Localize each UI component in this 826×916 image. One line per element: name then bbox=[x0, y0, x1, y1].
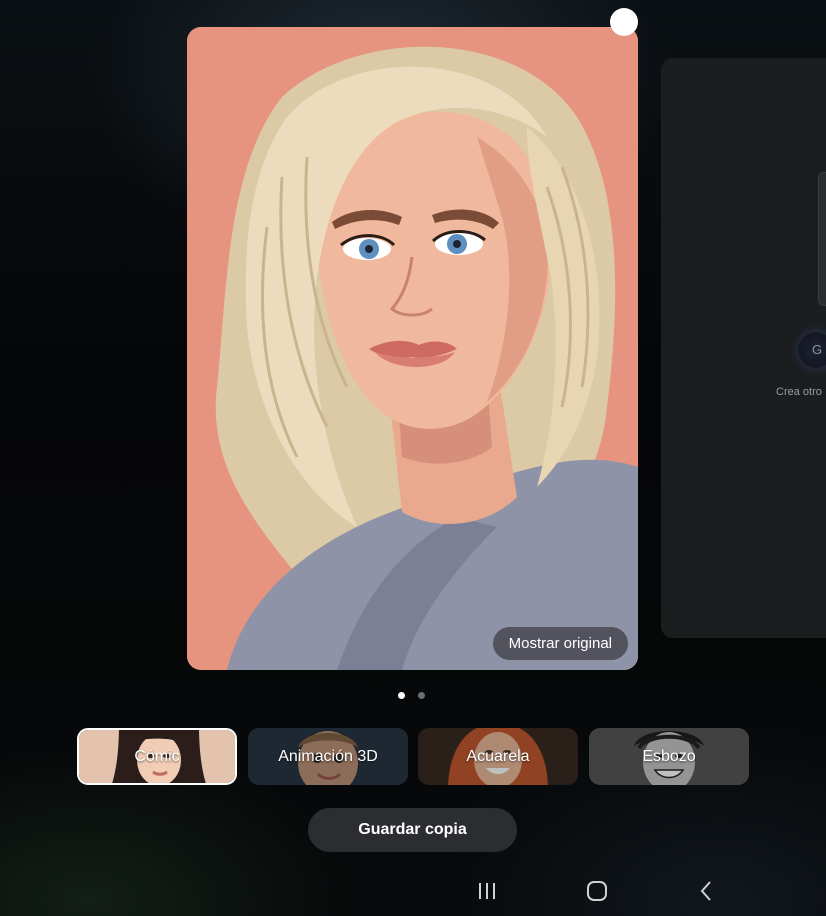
ai-portrait-screen: Mostrar original G Crea otro Cómic Anima… bbox=[0, 0, 826, 916]
edge-panel-handle[interactable] bbox=[818, 172, 826, 306]
style-chip-watercolor[interactable]: Acuarela bbox=[418, 728, 578, 785]
page-dot-active bbox=[398, 692, 405, 699]
style-chip-label: Esbozo bbox=[642, 747, 696, 765]
save-copy-button[interactable]: Guardar copia bbox=[308, 808, 517, 852]
show-original-button[interactable]: Mostrar original bbox=[492, 627, 628, 660]
next-variant-card[interactable]: G Crea otro bbox=[661, 58, 826, 638]
generate-icon[interactable]: G bbox=[798, 332, 826, 368]
style-chip-3d-animation[interactable]: Animación 3D bbox=[248, 728, 408, 785]
style-chip-label: Animación 3D bbox=[278, 747, 378, 765]
close-dot-button[interactable] bbox=[610, 8, 638, 36]
style-chip-comic[interactable]: Cómic bbox=[77, 728, 237, 785]
generated-portrait-card[interactable]: Mostrar original bbox=[187, 27, 638, 670]
style-chip-label: Cómic bbox=[134, 747, 180, 765]
style-chip-sketch[interactable]: Esbozo bbox=[589, 728, 749, 785]
home-icon[interactable] bbox=[582, 876, 612, 906]
page-dot bbox=[418, 692, 425, 699]
style-chip-label: Acuarela bbox=[466, 747, 530, 765]
portrait-image bbox=[187, 27, 638, 670]
page-indicator bbox=[398, 692, 425, 700]
create-another-text: Crea otro bbox=[776, 386, 822, 398]
recents-icon[interactable] bbox=[472, 876, 502, 906]
back-icon[interactable] bbox=[692, 876, 722, 906]
